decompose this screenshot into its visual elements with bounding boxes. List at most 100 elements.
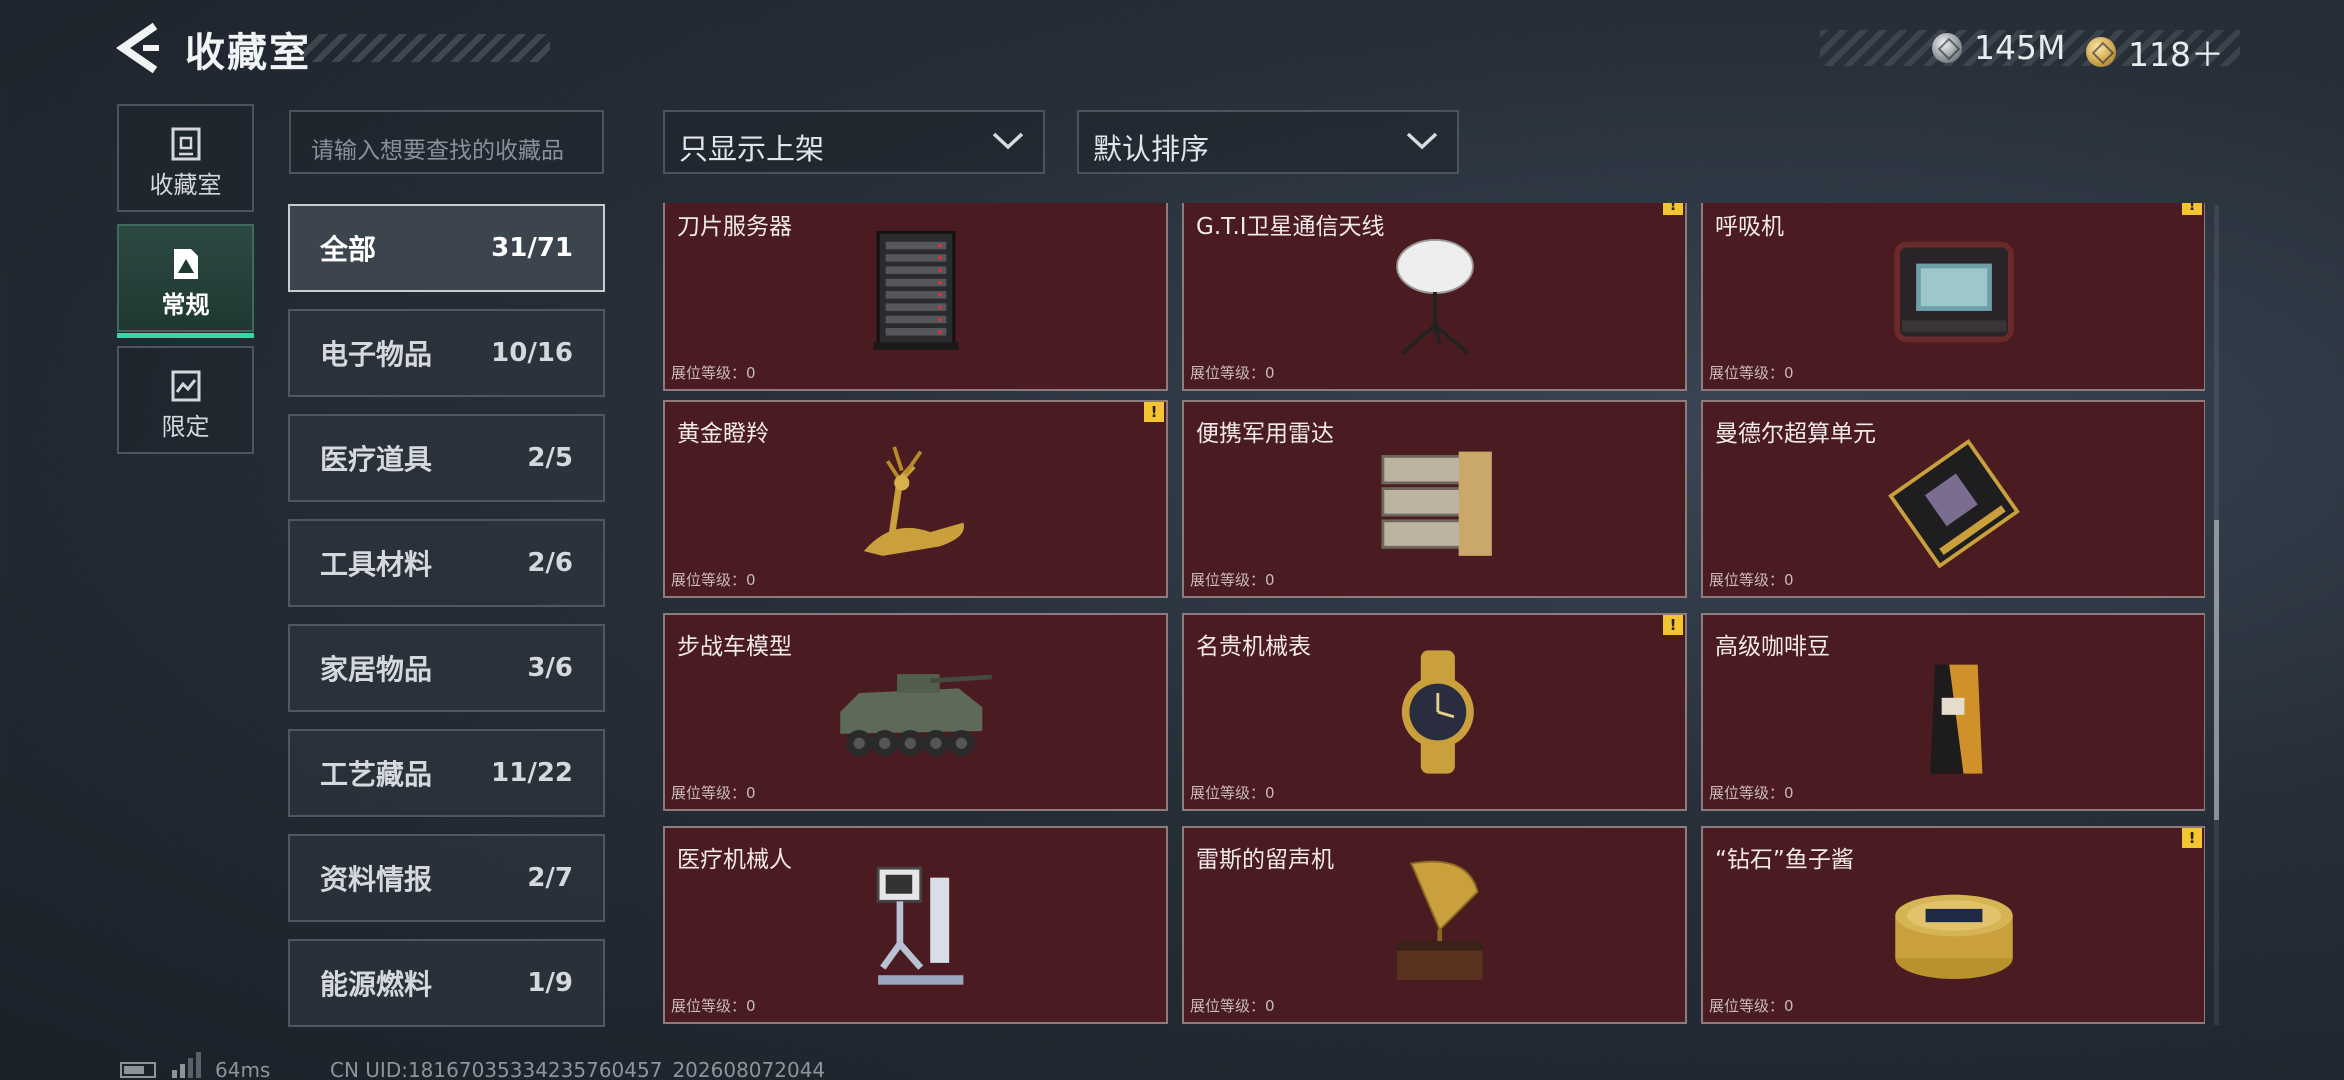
ping-readout: 64ms <box>215 1058 271 1080</box>
search-input[interactable]: 请输入想要查找的收藏品 <box>289 110 604 174</box>
mechanical-watch-icon <box>1401 650 1474 774</box>
category-item[interactable]: 家居物品 3/6 <box>288 624 605 712</box>
ventilator-icon <box>1893 241 2014 343</box>
category-item[interactable]: 工艺藏品 11/22 <box>288 729 605 817</box>
category-item[interactable]: 能源燃料 1/9 <box>288 939 605 1027</box>
category-count: 1/9 <box>527 968 573 998</box>
collectible-card[interactable]: G.T.I卫星通信天线展位等级：0! <box>1182 203 1687 391</box>
booth-level: 展位等级：0 <box>1709 784 1794 802</box>
collectible-name: 呼吸机 <box>1715 214 1784 240</box>
warning-badge-icon: ! <box>2182 203 2202 215</box>
uid-readout: CN UID:1816703533423576045​7_20260807204… <box>330 1058 826 1080</box>
signal-icon <box>172 1052 201 1078</box>
category-name: 工具材料 <box>320 548 433 581</box>
collection-room-icon <box>171 127 200 161</box>
collectible-card[interactable]: 便携军用雷达展位等级：0 <box>1182 400 1687 598</box>
collectible-name: G.T.I卫星通信天线 <box>1196 214 1385 240</box>
warning-badge-icon: ! <box>1663 203 1683 215</box>
booth-level: 展位等级：0 <box>1190 364 1275 382</box>
booth-level: 展位等级：0 <box>671 997 756 1015</box>
nav-tab-label: 收藏室 <box>149 171 222 199</box>
collectible-card[interactable]: 医疗机械人 展位等级：0 <box>663 826 1168 1024</box>
regular-icon <box>173 249 198 279</box>
category-item[interactable]: 资料情报 2/7 <box>288 834 605 922</box>
booth-level: 展位等级：0 <box>1709 571 1794 589</box>
category-count: 3/6 <box>527 653 573 683</box>
nav-tab-label: 限定 <box>161 413 210 441</box>
sort-label: 默认排序 <box>1093 132 1210 166</box>
category-name: 电子物品 <box>320 338 433 371</box>
booth-level: 展位等级：0 <box>1709 364 1794 382</box>
collectible-card[interactable]: 名贵机械表展位等级：0! <box>1182 613 1687 811</box>
golden-gazelle-icon <box>863 446 964 556</box>
back-arrow-icon[interactable] <box>115 22 163 74</box>
category-name: 能源燃料 <box>320 968 433 1001</box>
nav-tab-label: 常规 <box>161 291 210 319</box>
collectible-card[interactable]: 曼德尔超算单元展位等级：0 <box>1701 400 2205 598</box>
collectible-name: 便携军用雷达 <box>1196 421 1334 447</box>
category-item[interactable]: 全部 31/71 <box>288 204 605 292</box>
booth-level: 展位等级：0 <box>671 784 756 802</box>
category-name: 家居物品 <box>320 653 433 686</box>
category-item[interactable]: 电子物品 10/16 <box>288 309 605 397</box>
warning-badge-icon: ! <box>1144 402 1164 422</box>
gold-coin-icon <box>2086 37 2116 67</box>
category-name: 全部 <box>320 233 377 266</box>
nav-tab-limited[interactable]: 限定 <box>117 346 254 454</box>
collectible-name: 刀片服务器 <box>677 214 792 240</box>
coffee-bean-icon <box>1929 664 1982 774</box>
collectible-card[interactable]: 刀片服务器展位等级：0 <box>663 203 1168 391</box>
collectible-name: 黄金瞪羚 <box>677 421 769 447</box>
collectible-name: 名贵机械表 <box>1196 634 1311 660</box>
category-name: 工艺藏品 <box>320 758 433 791</box>
caviar-icon <box>1894 894 2013 979</box>
collectible-name: 高级咖啡豆 <box>1715 634 1830 660</box>
chevron-down-icon <box>1406 132 1438 150</box>
category-name: 资料情报 <box>320 863 433 896</box>
warning-badge-icon: ! <box>1663 615 1683 635</box>
collectible-card[interactable]: “钻石”鱼子酱 展位等级：0! <box>1701 826 2205 1024</box>
medical-robot-icon <box>876 866 963 985</box>
booth-level: 展位等级：0 <box>1709 997 1794 1015</box>
listed-filter-label: 只显示上架 <box>679 132 825 166</box>
currency-gold[interactable]: 118＋ <box>2086 28 2224 76</box>
category-item[interactable]: 工具材料 2/6 <box>288 519 605 607</box>
collectible-name: 雷斯的留声机 <box>1196 847 1334 873</box>
collectible-card[interactable]: 高级咖啡豆展位等级：0 <box>1701 613 2205 811</box>
currency-gold-value: 118＋ <box>2128 35 2224 74</box>
booth-level: 展位等级：0 <box>1190 571 1275 589</box>
currency-silver-value: 145M <box>1974 28 2066 67</box>
nav-tab-collection-room[interactable]: 收藏室 <box>117 104 254 212</box>
collectible-name: 曼德尔超算单元 <box>1715 421 1876 447</box>
title-decoration <box>300 34 550 62</box>
category-count: 2/6 <box>527 548 573 578</box>
page-title: 收藏室 <box>185 30 311 76</box>
sort-dropdown[interactable]: 默认排序 <box>1077 110 1459 174</box>
booth-level: 展位等级：0 <box>671 364 756 382</box>
category-item[interactable]: 医疗道具 2/5 <box>288 414 605 502</box>
military-radar-icon <box>1380 451 1492 556</box>
collectible-card[interactable]: 黄金瞪羚展位等级：0! <box>663 400 1168 598</box>
collectible-grid[interactable]: 刀片服务器 展位等级：0 G.T.I卫星通信天线 展位等级：0! 呼吸机 展位等级：0! 黄… <box>660 203 2205 1025</box>
booth-level: 展位等级：0 <box>1190 997 1275 1015</box>
category-count: 31/71 <box>491 233 573 263</box>
grid-scrollbar-thumb[interactable] <box>2214 520 2219 820</box>
category-count: 10/16 <box>491 338 573 368</box>
nav-tab-regular[interactable]: 常规 <box>117 224 254 338</box>
category-count: 2/5 <box>527 443 573 473</box>
collectible-card[interactable]: 雷斯的留声机展位等级：0 <box>1182 826 1687 1024</box>
supercomputer-unit-icon <box>1887 439 2020 569</box>
collectible-card[interactable]: 呼吸机展位等级：0! <box>1701 203 2205 391</box>
ifv-model-icon <box>839 674 992 757</box>
collectible-card[interactable]: 步战车模型展位等级：0 <box>663 613 1168 811</box>
collectible-name: 步战车模型 <box>677 634 792 660</box>
category-count: 2/7 <box>527 863 573 893</box>
gramophone-icon <box>1396 860 1482 980</box>
top-bar: 收藏室 145M 118＋ <box>0 0 2344 96</box>
booth-level: 展位等级：0 <box>1190 784 1275 802</box>
silver-coin-icon <box>1932 32 1962 63</box>
chevron-down-icon <box>992 132 1024 150</box>
listed-filter-dropdown[interactable]: 只显示上架 <box>663 110 1045 174</box>
category-count: 11/22 <box>491 758 573 788</box>
booth-level: 展位等级：0 <box>671 571 756 589</box>
